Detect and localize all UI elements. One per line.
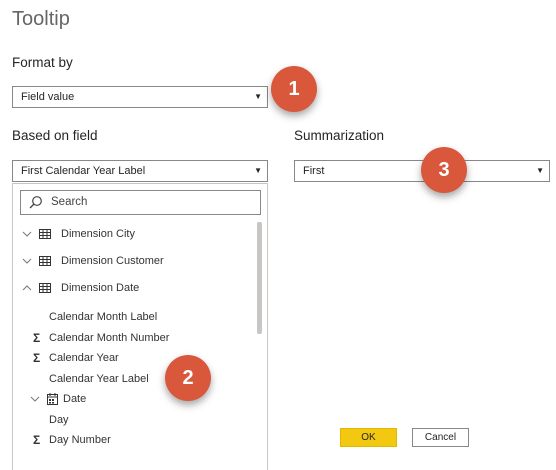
summarization-value: First: [303, 165, 325, 177]
search-icon: [29, 196, 42, 209]
field-item-label: Day Number: [49, 434, 111, 446]
field-item-calendar-month-label[interactable]: Calendar Month Label: [13, 307, 253, 327]
table-icon: [39, 256, 51, 266]
dropdown-scrollbar[interactable]: [257, 222, 262, 334]
format-by-value: Field value: [21, 91, 75, 103]
field-item-label: Calendar Year: [49, 352, 119, 364]
chevron-down-icon: [22, 231, 32, 237]
ok-button[interactable]: OK: [340, 428, 397, 447]
field-item-date[interactable]: Date: [13, 389, 253, 409]
summarization-label: Summarization: [294, 128, 385, 143]
field-item-label: Dimension Customer: [61, 255, 164, 267]
search-input[interactable]: Search: [20, 190, 261, 215]
callout-badge-3: 3: [421, 147, 467, 193]
based-on-field-label: Based on field: [12, 128, 98, 143]
sigma-icon: Σ: [33, 351, 41, 365]
callout-badge-2: 2: [165, 355, 211, 401]
caret-down-icon: ▼: [254, 92, 262, 101]
sigma-icon: Σ: [33, 433, 41, 447]
callout-badge-1: 1: [271, 66, 317, 112]
chevron-down-icon: [30, 396, 40, 402]
cancel-button[interactable]: Cancel: [412, 428, 469, 447]
field-item-label: Dimension City: [61, 228, 135, 240]
field-item-label: Date: [63, 393, 87, 405]
field-item-label: Calendar Year Label: [49, 373, 149, 385]
field-item-calendar-year-label[interactable]: Calendar Year Label: [13, 369, 253, 389]
field-item-day[interactable]: Day: [13, 410, 253, 430]
search-placeholder: Search: [51, 196, 88, 208]
format-by-label: Format by: [12, 55, 73, 70]
field-item-label: Dimension Date: [61, 282, 140, 294]
chevron-up-icon: [22, 285, 32, 291]
sigma-icon: Σ: [33, 331, 41, 345]
field-item-dimension-date[interactable]: Dimension Date: [13, 278, 253, 298]
field-item-dimension-city[interactable]: Dimension City: [13, 224, 253, 244]
table-icon: [39, 229, 51, 239]
field-item-label: Calendar Month Number: [49, 332, 170, 344]
field-item-calendar-year[interactable]: Σ Calendar Year: [13, 348, 253, 368]
field-dropdown-list: Search Dimension City Dimension Customer…: [12, 183, 268, 470]
chevron-down-icon: [22, 258, 32, 264]
based-on-field-value: First Calendar Year Label: [21, 165, 146, 177]
dialog-title: Tooltip: [12, 8, 70, 30]
based-on-field-select[interactable]: First Calendar Year Label ▼: [12, 160, 268, 182]
table-icon: [39, 283, 51, 293]
field-item-calendar-month-number[interactable]: Σ Calendar Month Number: [13, 328, 253, 348]
calendar-icon: [47, 393, 58, 405]
caret-down-icon: ▼: [536, 166, 544, 175]
field-item-day-number[interactable]: Σ Day Number: [13, 430, 253, 450]
format-by-select[interactable]: Field value ▼: [12, 86, 268, 108]
field-item-dimension-customer[interactable]: Dimension Customer: [13, 251, 253, 271]
caret-down-icon: ▼: [254, 166, 262, 175]
field-item-label: Day: [49, 414, 69, 426]
field-item-label: Calendar Month Label: [49, 311, 158, 323]
